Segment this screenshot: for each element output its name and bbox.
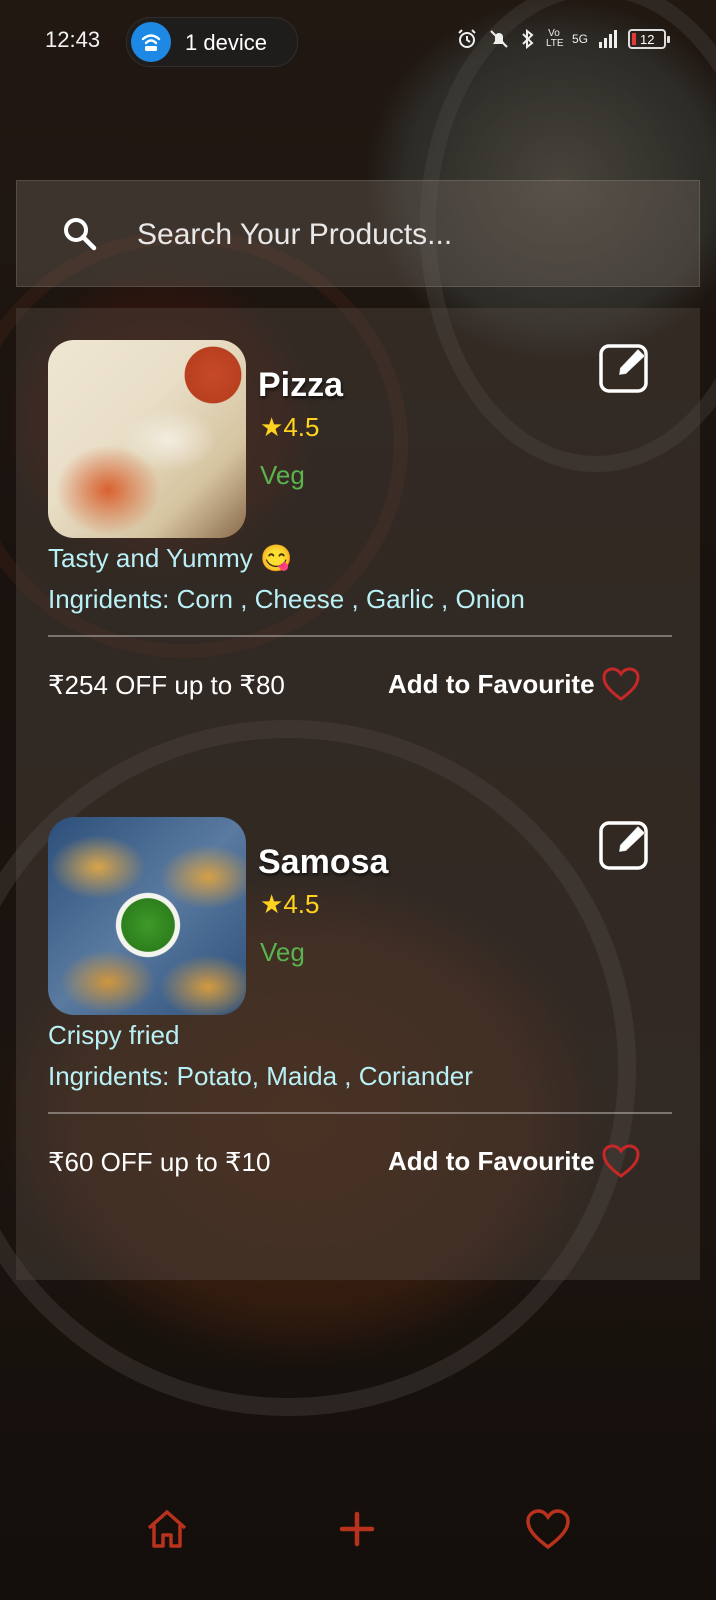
product-rating: ★4.5 <box>260 889 319 920</box>
status-icons: Vo LTE 5G 12 <box>456 28 670 50</box>
search-input[interactable] <box>135 209 659 261</box>
product-rating: ★4.5 <box>260 412 319 443</box>
rating-value: 4.5 <box>283 412 320 442</box>
status-time: 12:43 <box>45 27 101 52</box>
product-image-pizza <box>48 340 246 538</box>
product-image-samosa <box>48 817 246 1015</box>
mute-bell-icon <box>490 30 508 48</box>
heart-icon <box>602 667 640 701</box>
product-card-pizza[interactable]: Pizza ★4.5 Veg Tasty and Yummy 😋 Ingride… <box>16 308 700 728</box>
search-icon <box>64 218 97 251</box>
home-icon[interactable] <box>142 1504 192 1554</box>
add-to-favourite-label: Add to Favourite <box>388 668 595 699</box>
battery-icon: 12 <box>628 29 670 49</box>
star-icon: ★ <box>260 889 284 919</box>
plus-icon[interactable] <box>332 1504 382 1554</box>
volte-label: Vo LTE <box>545 28 564 49</box>
rating-value: 4.5 <box>283 889 320 919</box>
heart-icon <box>602 1144 640 1178</box>
alarm-icon <box>458 29 476 48</box>
edit-icon[interactable] <box>598 817 652 871</box>
product-ingredients: Ingridents: Corn , Cheese , Garlic , Oni… <box>48 584 525 614</box>
add-to-favourite-button[interactable]: Add to Favourite <box>388 1143 641 1179</box>
product-type: Veg <box>260 460 305 490</box>
heart-icon[interactable] <box>523 1504 573 1554</box>
product-type: Veg <box>260 937 305 967</box>
edit-icon[interactable] <box>598 340 652 394</box>
product-description: Crispy fried <box>48 1020 180 1050</box>
add-to-favourite-button[interactable]: Add to Favourite <box>388 666 641 702</box>
product-offer: ₹60 OFF up to ₹10 <box>48 1147 271 1177</box>
divider <box>48 635 672 637</box>
hotspot-pill[interactable]: 1 device <box>126 17 298 67</box>
bluetooth-icon <box>522 28 534 50</box>
network-label: 5G <box>571 32 588 46</box>
search-bar[interactable] <box>16 180 700 287</box>
star-icon: ★ <box>260 412 284 442</box>
add-to-favourite-label: Add to Favourite <box>388 1145 595 1176</box>
hotspot-label: 1 device <box>185 30 267 55</box>
divider <box>48 1112 672 1114</box>
signal-icon <box>599 30 617 48</box>
bottom-navigation <box>0 1490 716 1570</box>
product-name: Samosa <box>258 843 389 881</box>
product-ingredients: Ingridents: Potato, Maida , Coriander <box>48 1061 473 1091</box>
product-card-samosa[interactable]: Samosa ★4.5 Veg Crispy fried Ingridents:… <box>16 785 700 1205</box>
product-name: Pizza <box>258 366 344 404</box>
status-bar: 12:43 1 device Vo LTE 5G 12 <box>0 0 716 80</box>
product-offer: ₹254 OFF up to ₹80 <box>48 670 285 700</box>
product-list: Pizza ★4.5 Veg Tasty and Yummy 😋 Ingride… <box>16 308 700 1280</box>
hotspot-icon <box>131 22 171 62</box>
battery-level: 12 <box>640 32 655 47</box>
product-description: Tasty and Yummy 😋 <box>48 543 293 573</box>
